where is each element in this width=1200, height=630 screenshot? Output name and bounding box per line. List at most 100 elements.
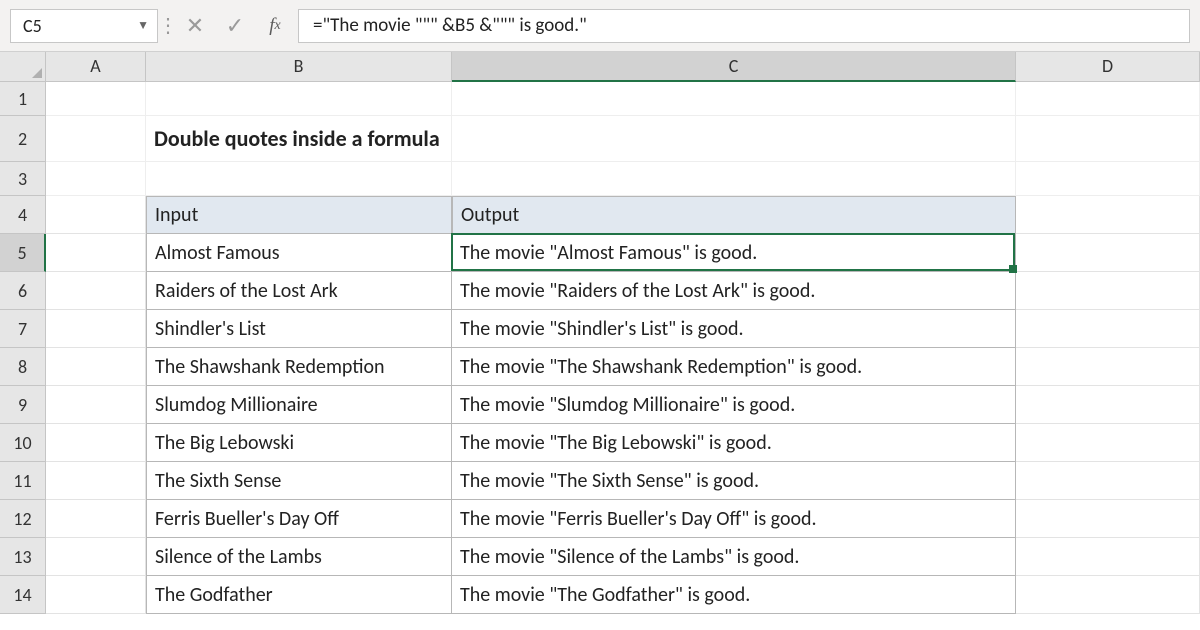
cell-B8[interactable]: The Shawshank Redemption xyxy=(146,348,452,386)
cell-A5[interactable] xyxy=(46,234,146,272)
cell-B2[interactable]: Double quotes inside a formula xyxy=(146,116,452,162)
cell-D5[interactable] xyxy=(1016,234,1200,272)
row-5: 5 Almost FamousThe movie "Almost Famous" … xyxy=(0,234,1200,272)
cell-B1[interactable] xyxy=(146,82,452,116)
row-header-14[interactable]: 14 xyxy=(0,576,46,614)
cell-C10[interactable]: The movie "The Big Lebowski" is good. xyxy=(452,424,1016,462)
sheet-title: Double quotes inside a formula xyxy=(154,125,440,152)
cell-C7[interactable]: The movie "Shindler's List" is good. xyxy=(452,310,1016,348)
column-headers: A B C D xyxy=(0,52,1200,82)
cell-C2[interactable] xyxy=(452,116,1016,162)
cell-A7[interactable] xyxy=(46,310,146,348)
col-header-C[interactable]: C xyxy=(452,52,1016,82)
cell-D2[interactable] xyxy=(1016,116,1200,162)
row-8: 8 The Shawshank RedemptionThe movie "The … xyxy=(0,348,1200,386)
cell-C5[interactable]: The movie "Almost Famous" is good. xyxy=(452,234,1016,272)
col-header-A[interactable]: A xyxy=(46,52,146,82)
enter-icon[interactable]: ✓ xyxy=(218,9,252,43)
row-12: 12 Ferris Bueller's Day OffThe movie "Fer… xyxy=(0,500,1200,538)
cell-D8[interactable] xyxy=(1016,348,1200,386)
cell-B11[interactable]: The Sixth Sense xyxy=(146,462,452,500)
cell-B13[interactable]: Silence of the Lambs xyxy=(146,538,452,576)
cell-B5[interactable]: Almost Famous xyxy=(146,234,452,272)
cell-B10[interactable]: The Big Lebowski xyxy=(146,424,452,462)
cell-D7[interactable] xyxy=(1016,310,1200,348)
cell-B7[interactable]: Shindler's List xyxy=(146,310,452,348)
cell-C13[interactable]: The movie "Silence of the Lambs" is good… xyxy=(452,538,1016,576)
cell-C3[interactable] xyxy=(452,162,1016,196)
row-header-1[interactable]: 1 xyxy=(0,82,46,116)
row-6: 6 Raiders of the Lost ArkThe movie "Raide… xyxy=(0,272,1200,310)
cell-D9[interactable] xyxy=(1016,386,1200,424)
cell-B9[interactable]: Slumdog Millionaire xyxy=(146,386,452,424)
cell-C4[interactable]: Output xyxy=(452,196,1016,234)
cell-B4[interactable]: Input xyxy=(146,196,452,234)
cell-A6[interactable] xyxy=(46,272,146,310)
dropdown-icon[interactable]: ▼ xyxy=(137,18,149,33)
cancel-icon[interactable]: ✕ xyxy=(178,9,212,43)
cell-A12[interactable] xyxy=(46,500,146,538)
row-14: 14 The GodfatherThe movie "The Godfather"… xyxy=(0,576,1200,614)
cell-D4[interactable] xyxy=(1016,196,1200,234)
cell-A13[interactable] xyxy=(46,538,146,576)
fx-icon[interactable]: fx xyxy=(258,9,292,43)
cell-A2[interactable] xyxy=(46,116,146,162)
row-2: 2 Double quotes inside a formula xyxy=(0,116,1200,162)
row-header-9[interactable]: 9 xyxy=(0,386,46,424)
cell-C11[interactable]: The movie "The Sixth Sense" is good. xyxy=(452,462,1016,500)
separator: ⋮ xyxy=(164,11,172,41)
row-11: 11 The Sixth SenseThe movie "The Sixth Se… xyxy=(0,462,1200,500)
row-4: 4 Input Output xyxy=(0,196,1200,234)
cell-D1[interactable] xyxy=(1016,82,1200,116)
row-header-3[interactable]: 3 xyxy=(0,162,46,196)
row-13: 13 Silence of the LambsThe movie "Silence… xyxy=(0,538,1200,576)
cell-D3[interactable] xyxy=(1016,162,1200,196)
row-header-12[interactable]: 12 xyxy=(0,500,46,538)
cell-D13[interactable] xyxy=(1016,538,1200,576)
row-header-8[interactable]: 8 xyxy=(0,348,46,386)
name-box[interactable]: C5 ▼ xyxy=(10,9,158,43)
cell-D11[interactable] xyxy=(1016,462,1200,500)
cell-D6[interactable] xyxy=(1016,272,1200,310)
name-box-value: C5 xyxy=(23,15,42,37)
cell-C8[interactable]: The movie "The Shawshank Redemption" is … xyxy=(452,348,1016,386)
cell-C1[interactable] xyxy=(452,82,1016,116)
cell-C9[interactable]: The movie "Slumdog Millionaire" is good. xyxy=(452,386,1016,424)
row-3: 3 xyxy=(0,162,1200,196)
cell-A14[interactable] xyxy=(46,576,146,614)
row-header-10[interactable]: 10 xyxy=(0,424,46,462)
row-header-7[interactable]: 7 xyxy=(0,310,46,348)
row-header-6[interactable]: 6 xyxy=(0,272,46,310)
cell-A1[interactable] xyxy=(46,82,146,116)
cell-B6[interactable]: Raiders of the Lost Ark xyxy=(146,272,452,310)
cell-A3[interactable] xyxy=(46,162,146,196)
formula-input[interactable]: ="The movie """ &B5 &""" is good." xyxy=(298,9,1190,43)
rows: 1 2 Double quotes inside a formula 3 xyxy=(0,82,1200,614)
cell-A8[interactable] xyxy=(46,348,146,386)
cell-A10[interactable] xyxy=(46,424,146,462)
formula-bar: C5 ▼ ⋮ ✕ ✓ fx ="The movie """ &B5 &""" i… xyxy=(0,0,1200,52)
cell-D14[interactable] xyxy=(1016,576,1200,614)
row-7: 7 Shindler's ListThe movie "Shindler's Li… xyxy=(0,310,1200,348)
cell-B14[interactable]: The Godfather xyxy=(146,576,452,614)
col-header-D[interactable]: D xyxy=(1016,52,1200,82)
row-header-11[interactable]: 11 xyxy=(0,462,46,500)
row-header-4[interactable]: 4 xyxy=(0,196,46,234)
formula-text: ="The movie """ &B5 &""" is good." xyxy=(313,14,587,37)
cell-A4[interactable] xyxy=(46,196,146,234)
cell-A9[interactable] xyxy=(46,386,146,424)
spreadsheet-grid: A B C D 1 2 Double quotes inside a formu… xyxy=(0,52,1200,614)
cell-B12[interactable]: Ferris Bueller's Day Off xyxy=(146,500,452,538)
row-header-5[interactable]: 5 xyxy=(0,234,46,272)
cell-D10[interactable] xyxy=(1016,424,1200,462)
cell-C6[interactable]: The movie "Raiders of the Lost Ark" is g… xyxy=(452,272,1016,310)
cell-A11[interactable] xyxy=(46,462,146,500)
cell-D12[interactable] xyxy=(1016,500,1200,538)
row-header-2[interactable]: 2 xyxy=(0,116,46,162)
cell-C14[interactable]: The movie "The Godfather" is good. xyxy=(452,576,1016,614)
col-header-B[interactable]: B xyxy=(146,52,452,82)
cell-C12[interactable]: The movie "Ferris Bueller's Day Off" is … xyxy=(452,500,1016,538)
row-header-13[interactable]: 13 xyxy=(0,538,46,576)
cell-B3[interactable] xyxy=(146,162,452,196)
select-all-corner[interactable] xyxy=(0,52,46,82)
